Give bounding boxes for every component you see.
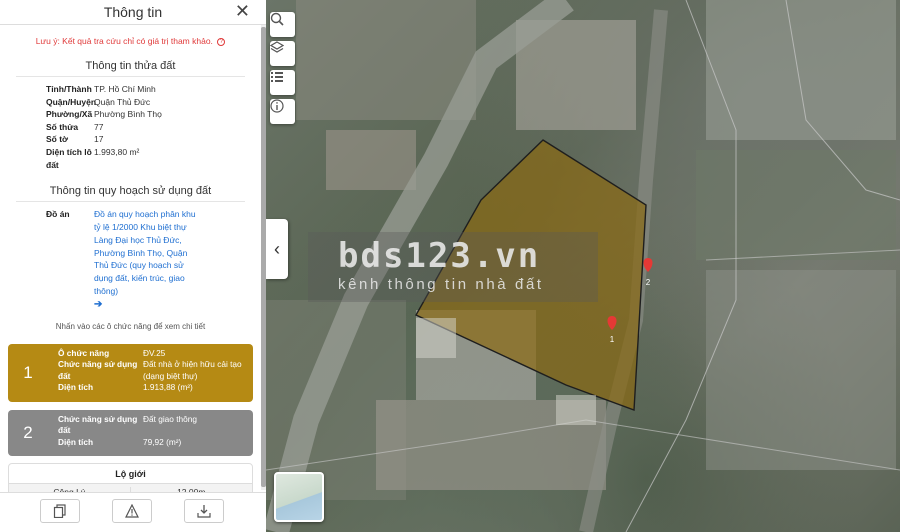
divider bbox=[16, 76, 245, 77]
disclaimer-note: Lưu ý: Kết quả tra cứu chỉ có giá trị th… bbox=[0, 36, 261, 46]
panel-header: Thông tin ✕ bbox=[0, 0, 266, 25]
parcel-value: Phường Bình Thọ bbox=[94, 109, 162, 120]
function-value: ĐV.25 bbox=[143, 347, 166, 358]
function-number: 2 bbox=[23, 422, 33, 442]
planning-section-title: Thông tin quy hoạch sử dụng đất bbox=[49, 185, 212, 198]
scrollbar-thumb[interactable] bbox=[261, 27, 266, 487]
road-width-title: Lộ giới bbox=[9, 464, 252, 484]
planning-project: Đồ án Đồ án quy hoạch phân khu tỷ lệ 1/2… bbox=[0, 208, 261, 311]
function-value: Đất giao thông bbox=[143, 413, 197, 424]
minimap-button[interactable] bbox=[274, 472, 324, 522]
watermark-title: bds123.vn bbox=[338, 236, 541, 276]
map-search-button[interactable] bbox=[270, 12, 295, 37]
svg-text:1: 1 bbox=[610, 335, 615, 344]
parcel-label: Tỉnh/Thành bbox=[46, 84, 92, 94]
parcel-value: 1.993,80 m² bbox=[94, 146, 140, 157]
parcel-label: Phường/Xã bbox=[46, 109, 93, 120]
doan-link[interactable]: Đồ án quy hoạch phân khu tỷ lệ 1/2000 Kh… bbox=[94, 209, 196, 296]
function-number: 1 bbox=[23, 362, 33, 382]
doan-label: Đồ án bbox=[46, 209, 70, 220]
parcel-info: Tỉnh/Thành TP. Hồ Chí Minh Quận/Huyện Quận… bbox=[0, 83, 261, 171]
map-layers-button[interactable] bbox=[270, 41, 295, 66]
map-list-button[interactable] bbox=[270, 70, 295, 95]
parcel-value: 17 bbox=[94, 134, 104, 145]
function-label: Chức năng sử dụng đất bbox=[58, 359, 138, 381]
satellite-map[interactable]: 1 2 ‹ bds123.vn kênh thông tin nhà đất bbox=[266, 0, 900, 532]
info-icon bbox=[270, 99, 284, 113]
disclaimer-text: Lưu ý: Kết quả tra cứu chỉ có giá trị th… bbox=[35, 36, 213, 46]
copy-button[interactable] bbox=[40, 499, 80, 523]
parcel-value: TP. Hồ Chí Minh bbox=[94, 84, 156, 94]
function-label: Diện tích bbox=[58, 382, 94, 393]
download-icon bbox=[197, 505, 211, 518]
chevron-left-icon: ‹ bbox=[274, 238, 280, 259]
function-value: Đất nhà ở hiện hữu cải tạo (dạng biệt th… bbox=[143, 359, 242, 381]
function-card-1[interactable]: 1 Ô chức năng ĐV.25 Chức năng sử dụng đất… bbox=[8, 343, 253, 402]
parcel-value: 77 bbox=[94, 121, 104, 132]
parcel-label: Số tờ bbox=[46, 134, 69, 145]
hint-text: Nhấn vào các ô chức năng để xem chi tiết bbox=[55, 321, 206, 331]
info-panel: Thông tin ✕ Lưu ý: Kết quả tra cứu chỉ c… bbox=[0, 0, 266, 532]
svg-text:2: 2 bbox=[646, 278, 651, 287]
parcel-label: Số thửa bbox=[46, 121, 79, 132]
list-icon bbox=[271, 72, 283, 82]
report-button[interactable] bbox=[112, 499, 152, 523]
search-icon bbox=[270, 12, 284, 26]
watermark-subtitle: kênh thông tin nhà đất bbox=[338, 276, 544, 293]
question-icon[interactable]: ? bbox=[217, 37, 226, 46]
panel-title: Thông tin bbox=[103, 4, 163, 20]
collapse-panel-button[interactable]: ‹ bbox=[266, 219, 288, 279]
panel-footer bbox=[0, 492, 266, 532]
panel-content: Lưu ý: Kết quả tra cứu chỉ có giá trị th… bbox=[0, 25, 261, 501]
layers-icon bbox=[270, 41, 284, 53]
download-button[interactable] bbox=[184, 499, 224, 523]
arrow-right-icon[interactable]: ➔ bbox=[94, 299, 102, 310]
function-label: Diện tích bbox=[58, 436, 94, 447]
copy-icon bbox=[53, 504, 66, 518]
divider bbox=[16, 201, 245, 203]
function-value: 1.913,88 (m²) bbox=[143, 382, 193, 393]
warning-icon bbox=[125, 504, 139, 518]
function-card-2[interactable]: 2 Chức năng sử dụng đất Đất giao thông Di… bbox=[8, 409, 253, 456]
parcel-label: Diện tích lô đất bbox=[46, 146, 92, 170]
function-label: Chức năng sử dụng đất bbox=[58, 413, 138, 436]
function-value: 79,92 (m²) bbox=[143, 436, 182, 447]
parcel-value: Quận Thủ Đức bbox=[94, 96, 151, 107]
parcel-label: Quận/Huyện bbox=[46, 96, 97, 107]
map-info-button[interactable] bbox=[270, 99, 295, 124]
close-icon[interactable]: ✕ bbox=[235, 2, 250, 20]
parcel-section-title: Thông tin thửa đất bbox=[85, 60, 176, 72]
function-label: Ô chức năng bbox=[58, 347, 110, 358]
